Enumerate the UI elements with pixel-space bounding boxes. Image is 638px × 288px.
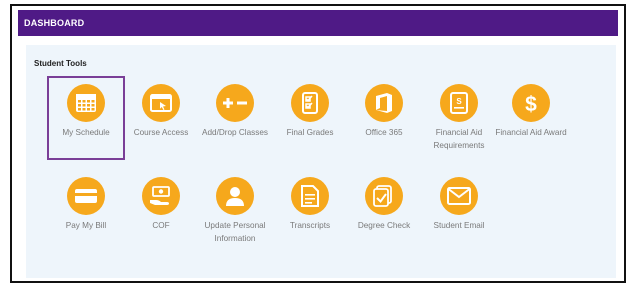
tool-degree-check[interactable]: Degree Check: [347, 177, 421, 232]
tool-label: Financial Aid Requirements: [433, 128, 485, 150]
tool-label: Update Personal Information: [204, 221, 266, 243]
tool-financial-aid-award[interactable]: $ Financial Aid Award: [494, 84, 568, 139]
tool-add-drop-classes[interactable]: Add/Drop Classes: [198, 84, 272, 139]
office-logo-icon: [365, 84, 403, 122]
tool-financial-aid-requirements[interactable]: S Financial Aid Requirements: [422, 84, 496, 152]
section-title: Student Tools: [34, 59, 87, 68]
tool-label: My Schedule: [62, 128, 110, 137]
tool-course-access[interactable]: Course Access: [124, 84, 198, 139]
tool-label: COF: [152, 221, 170, 230]
transcript-icon: [291, 177, 329, 215]
student-tools-panel: Student Tools My Schedule Course Access …: [26, 45, 616, 278]
degree-check-icon: [365, 177, 403, 215]
dollar-icon: $: [512, 84, 550, 122]
plus-minus-icon: [216, 84, 254, 122]
svg-text:S: S: [456, 97, 462, 106]
tool-label: Financial Aid Award: [495, 128, 567, 137]
tool-label: Pay My Bill: [65, 221, 107, 230]
dashboard-frame: DASHBOARD Student Tools My Schedule Cour…: [10, 4, 626, 283]
tool-cof[interactable]: COF: [124, 177, 198, 232]
envelope-icon: [440, 177, 478, 215]
document-icon: S: [440, 84, 478, 122]
tool-label: Final Grades: [286, 128, 334, 137]
tool-pay-my-bill[interactable]: Pay My Bill: [49, 177, 123, 232]
browser-window-icon: [142, 84, 180, 122]
tool-label: Add/Drop Classes: [202, 128, 268, 137]
tool-label: Degree Check: [357, 221, 411, 230]
checklist-icon: [291, 84, 329, 122]
credit-card-icon: [67, 177, 105, 215]
tool-label: Transcripts: [289, 221, 331, 230]
tool-update-personal-information[interactable]: Update Personal Information: [198, 177, 272, 245]
svg-text:$: $: [525, 93, 537, 115]
tool-office-365[interactable]: Office 365: [347, 84, 421, 139]
tool-label: Office 365: [365, 128, 403, 137]
tool-my-schedule[interactable]: My Schedule: [49, 84, 123, 139]
tool-student-email[interactable]: Student Email: [422, 177, 496, 232]
dashboard-header: DASHBOARD: [18, 10, 618, 36]
tool-transcripts[interactable]: Transcripts: [273, 177, 347, 232]
tool-label: Course Access: [133, 128, 189, 137]
calendar-icon: [67, 84, 105, 122]
tool-final-grades[interactable]: Final Grades: [273, 84, 347, 139]
person-icon: [216, 177, 254, 215]
money-hand-icon: [142, 177, 180, 215]
tool-label: Student Email: [433, 221, 485, 230]
